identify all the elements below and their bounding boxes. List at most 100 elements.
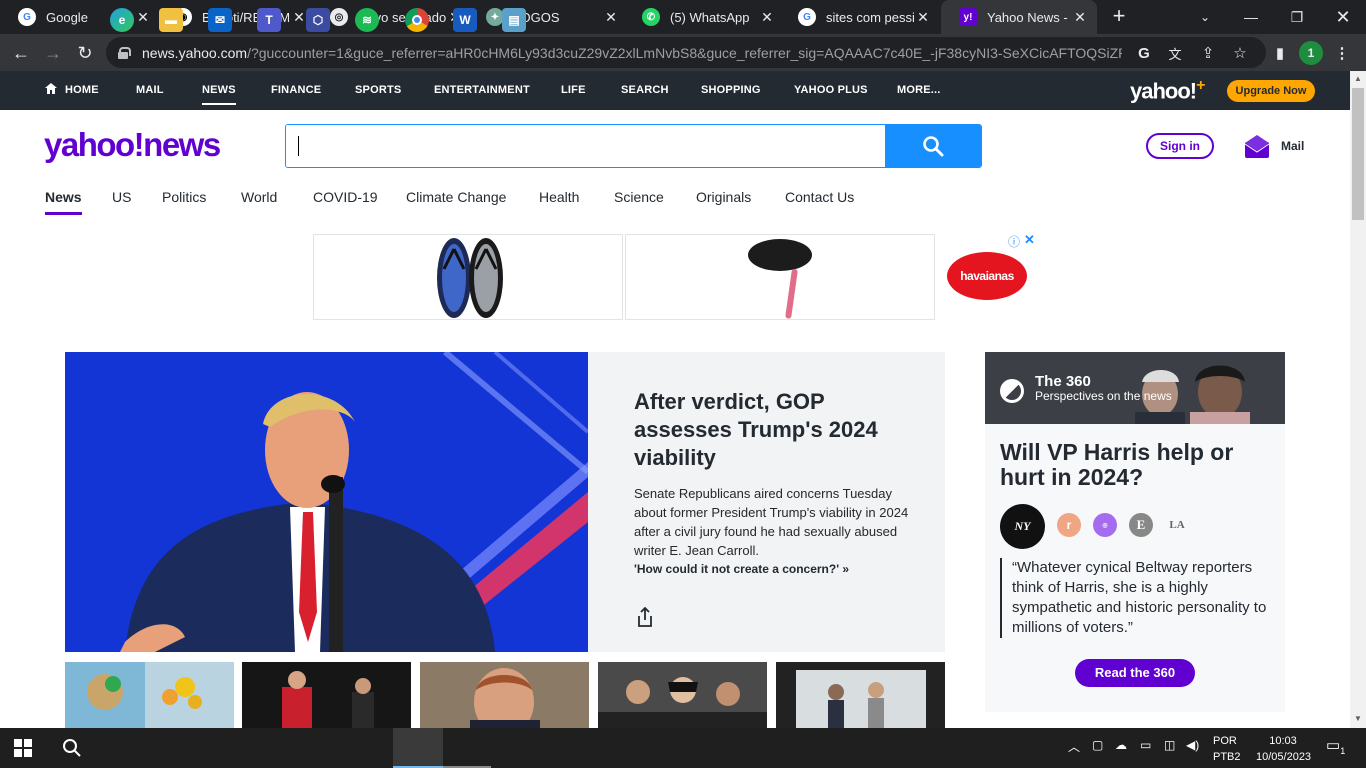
omnibox[interactable]: news.yahoo.com/?guccounter=1&guce_referr… [106,37,1266,68]
taskbar-search-icon[interactable] [62,738,82,758]
tab-novo-separador[interactable]: ◎ Novo separador ✕ [312,0,472,34]
subnav-originals[interactable]: Originals [696,189,751,215]
subnav-politics[interactable]: Politics [162,189,206,215]
keyboard-language[interactable]: POR PTB2 [1213,733,1241,765]
subnav-news[interactable]: News [45,189,82,215]
profile-avatar[interactable]: 1 [1299,41,1323,65]
hero-summary: Senate Republicans aired concerns Tuesda… [634,486,909,558]
ad-close-icon[interactable]: ✕ [1024,232,1035,248]
nav-news[interactable]: NEWS [202,75,236,105]
subnav-health[interactable]: Health [539,189,579,215]
nav-home[interactable]: HOME [45,71,99,110]
tab-sites-pessimos[interactable]: G sites com pessimos ✕ [780,0,940,34]
reload-icon[interactable]: ↻ [72,40,98,66]
forward-arrow-icon[interactable]: → [40,40,66,66]
bookmark-star-icon[interactable]: ☆ [1228,41,1252,65]
mail-link[interactable]: Mail [1281,139,1304,153]
yahoo-plus-logo[interactable]: yahoo!+ [1130,77,1206,104]
network-icon[interactable]: ▭ [1140,738,1151,752]
nav-life[interactable]: LIFE [561,71,586,110]
tab-jogos[interactable]: ✦ JOGOS ✕ [468,0,628,34]
nav-search[interactable]: SEARCH [621,71,669,110]
tab-title: (5) WhatsApp [670,9,750,25]
close-tab-icon[interactable]: ✕ [758,9,776,26]
thumbnail-story-2[interactable] [242,662,411,728]
sign-in-button[interactable]: Sign in [1146,133,1214,159]
hero-image[interactable] [65,352,588,652]
word-icon[interactable]: W [453,8,477,32]
subnav-climate-change[interactable]: Climate Change [406,189,506,215]
mail-envelope-icon[interactable] [1244,133,1270,159]
ad-product-accessory[interactable] [625,234,935,320]
search-input[interactable] [286,125,886,167]
close-window-icon[interactable]: ✕ [1320,0,1366,34]
tab-whatsapp[interactable]: ✆ (5) WhatsApp ✕ [624,0,784,34]
notifications-icon[interactable]: ▭1 [1326,736,1345,756]
thumbnail-story-1[interactable] [65,662,234,728]
close-tab-icon[interactable]: ✕ [134,9,152,26]
tab-search-chevron-icon[interactable]: ⌄ [1182,0,1228,34]
show-hidden-icons[interactable]: ︿ [1068,738,1080,755]
ad-product-sandals[interactable] [313,234,623,320]
onedrive-cloud-icon[interactable]: ☁ [1115,738,1127,752]
read-the-360-button[interactable]: Read the 360 [1075,659,1195,687]
nav-sports[interactable]: SPORTS [355,71,401,110]
hero-headline[interactable]: After verdict, GOP assesses Trump's 2024… [634,388,924,472]
nav-yahoo-plus[interactable]: YAHOO PLUS [794,71,868,110]
thumbnail-story-5[interactable] [776,662,945,728]
yahoo-news-logo[interactable]: yahoo!news [44,126,221,164]
edge-icon[interactable]: e [110,8,134,32]
subnav-world[interactable]: World [241,189,277,215]
video-editor-icon[interactable]: ⬡ [306,8,330,32]
close-tab-icon[interactable]: ✕ [1071,9,1089,26]
nav-more[interactable]: MORE... [897,71,941,110]
notepad-icon[interactable]: ▤ [502,8,526,32]
tab-yahoo-news[interactable]: y! Yahoo News - Lat ✕ [941,0,1097,34]
side-panel-icon[interactable]: ▮ [1268,41,1292,65]
google-lens-icon[interactable]: G [1132,41,1156,65]
upgrade-now-button[interactable]: Upgrade Now [1227,80,1315,102]
card-header[interactable]: The 360 Perspectives on the news [985,352,1285,424]
card-headline[interactable]: Will VP Harris help or hurt in 2024? [1000,440,1280,490]
spotify-icon[interactable]: ≋ [355,8,379,32]
new-tab-icon[interactable]: + [1108,5,1130,27]
volume-icon[interactable]: ◀) [1186,738,1199,752]
nav-entertainment[interactable]: ENTERTAINMENT [434,71,530,110]
chrome-menu-icon[interactable]: ⋮ [1330,41,1354,65]
ad-info-icon[interactable]: ⓘ [1008,233,1020,250]
subnav-science[interactable]: Science [614,189,664,215]
url-text[interactable]: news.yahoo.com/?guccounter=1&guce_referr… [142,45,1122,61]
nav-finance[interactable]: FINANCE [271,71,321,110]
tab-google[interactable]: G Google ✕ [0,0,160,34]
subnav-covid-19[interactable]: COVID-19 [313,189,378,215]
scrollbar-thumb[interactable] [1352,88,1364,220]
close-tab-icon[interactable]: ✕ [602,9,620,26]
subnav-contact-us[interactable]: Contact Us [785,189,854,215]
minimize-icon[interactable]: — [1228,0,1274,34]
chrome-icon[interactable] [405,8,429,32]
close-tab-icon[interactable]: ✕ [914,9,932,26]
thumbnail-story-4[interactable] [598,662,767,728]
share-icon[interactable] [636,607,654,627]
file-explorer-icon[interactable]: ▬ [159,8,183,32]
nav-shopping[interactable]: SHOPPING [701,71,761,110]
scroll-down-arrow-icon[interactable]: ▼ [1350,712,1366,726]
nav-mail[interactable]: MAIL [136,71,164,110]
lock-icon[interactable] [118,46,131,59]
restore-icon[interactable]: ❐ [1274,0,1320,34]
teams-icon[interactable]: T [257,8,281,32]
device-icon[interactable]: ▢ [1092,738,1103,752]
scroll-up-arrow-icon[interactable]: ▲ [1350,72,1366,86]
windows-start-icon[interactable] [14,739,32,757]
taskbar-clock[interactable]: 10:03 10/05/2023 [1256,733,1311,765]
wifi-icon[interactable]: ◫ [1164,738,1175,752]
thumbnail-story-3[interactable] [420,662,589,728]
mail-app-icon[interactable]: ✉ [208,8,232,32]
translate-icon[interactable]: 文 [1163,41,1187,65]
back-arrow-icon[interactable]: ← [8,40,34,66]
search-button[interactable] [885,125,981,167]
subnav-us[interactable]: US [112,189,131,215]
share-page-icon[interactable]: ⇪ [1196,41,1220,65]
hero-related-link[interactable]: 'How could it not create a concern?' » [634,562,849,576]
havaianas-ad-logo[interactable]: havaianas [947,252,1027,300]
